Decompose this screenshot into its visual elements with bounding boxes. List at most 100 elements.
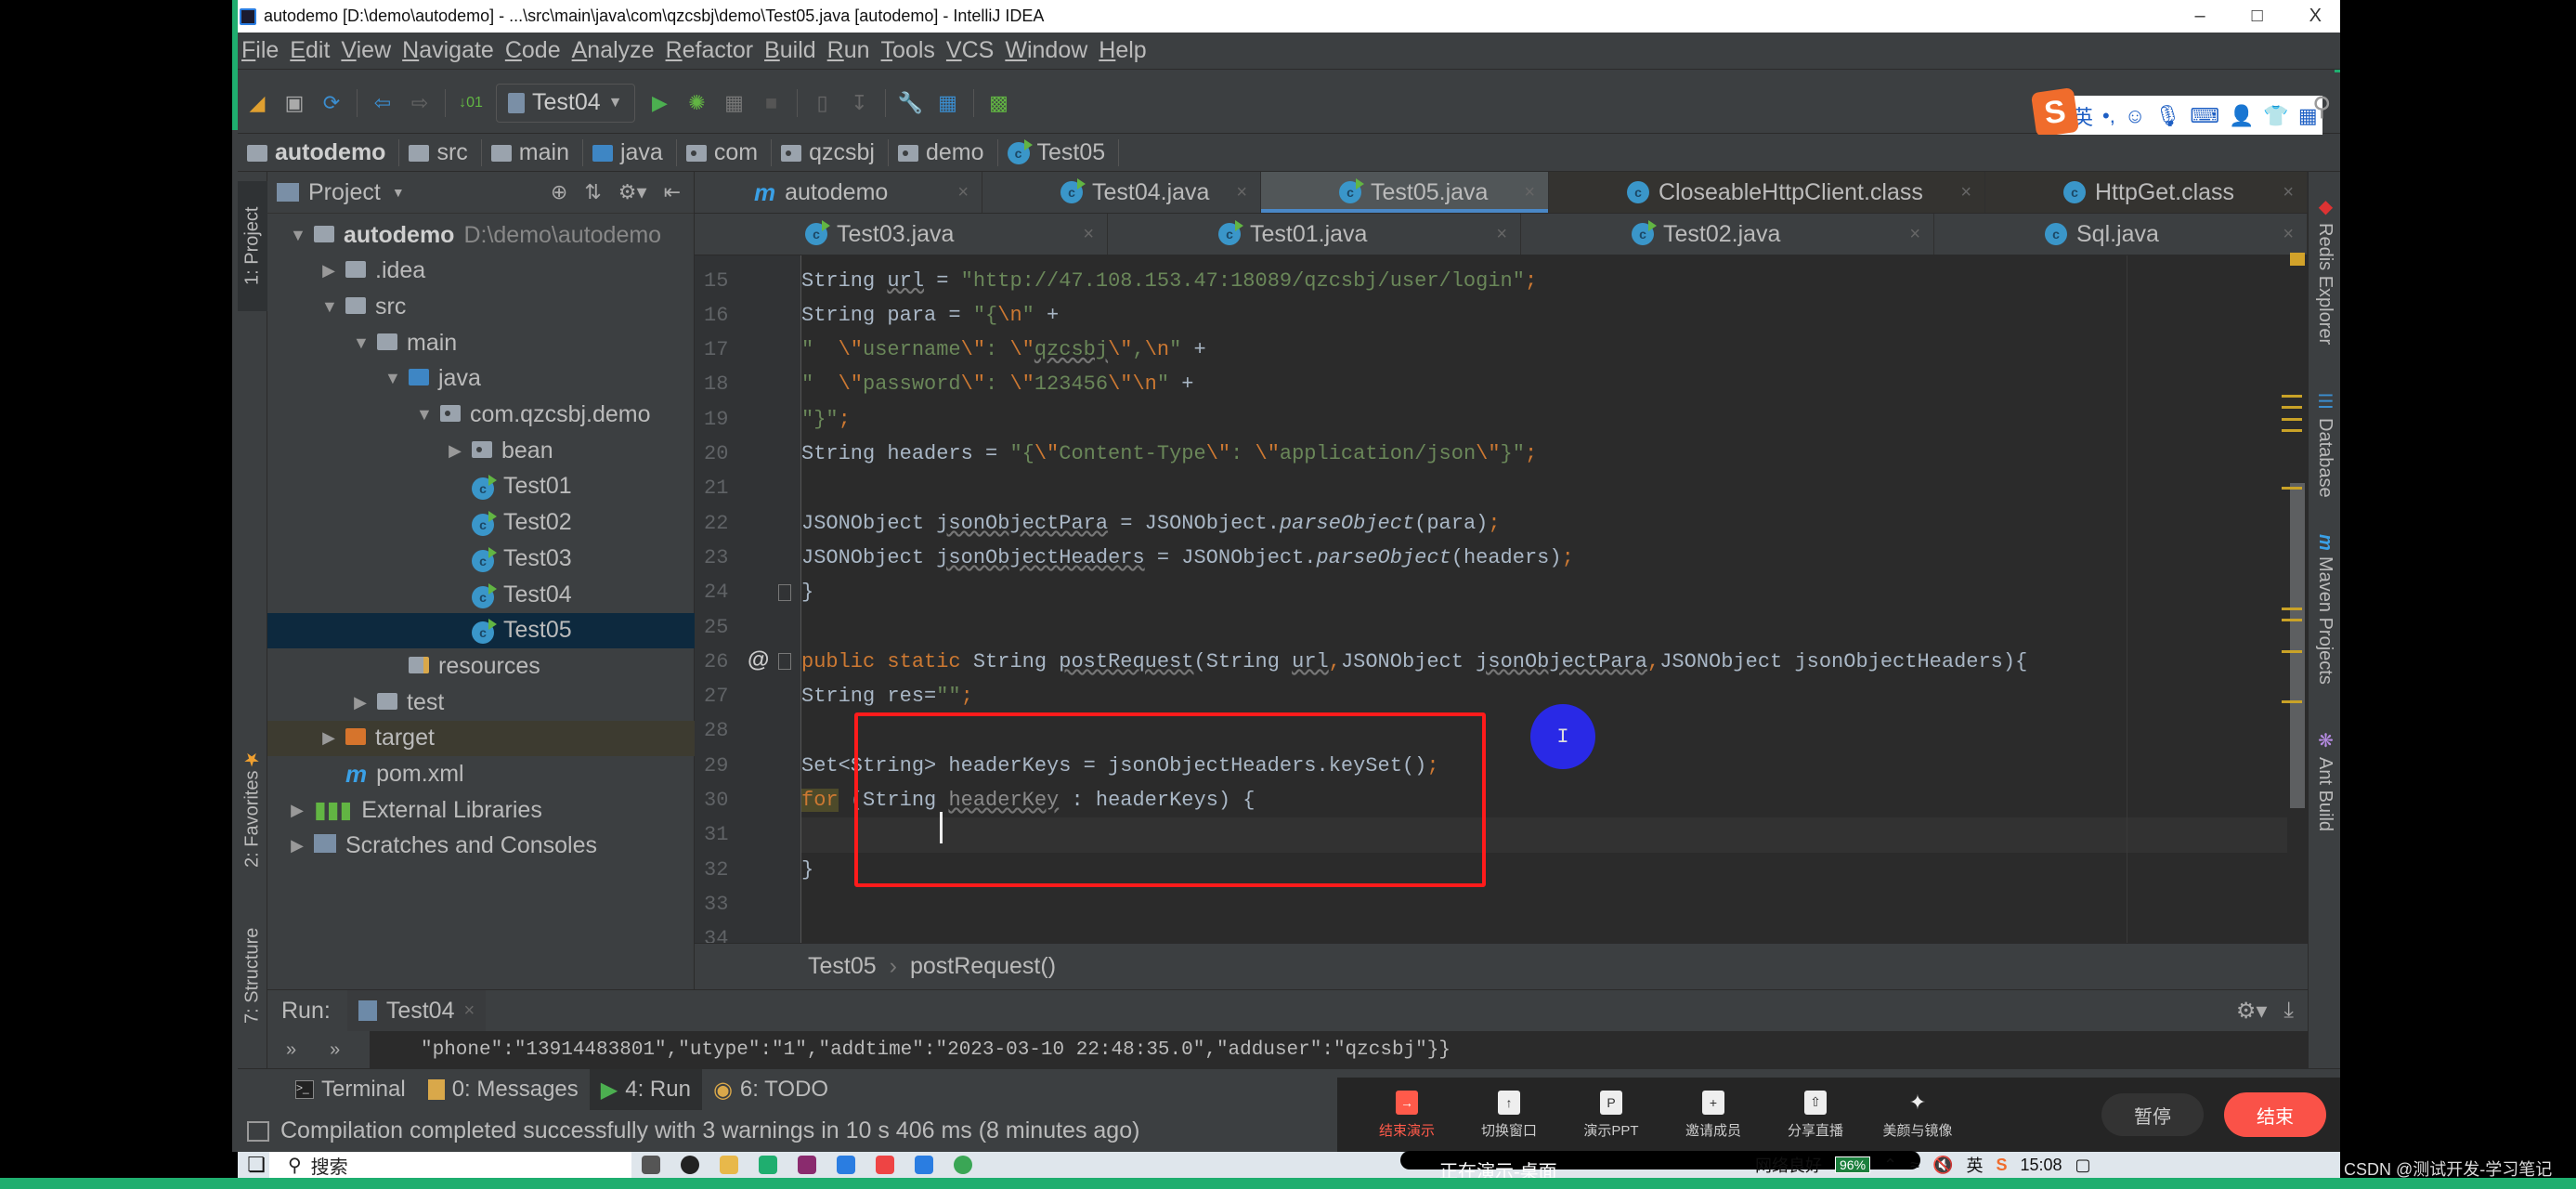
close-tab-icon[interactable]: × [1083, 224, 1094, 245]
warning-stripe[interactable] [2282, 650, 2302, 653]
code-line[interactable]: } [801, 575, 2308, 610]
menu-window[interactable]: Window [1005, 37, 1087, 64]
menu-analyze[interactable]: Analyze [572, 37, 655, 64]
editor-tab[interactable]: m autodemo × [695, 172, 982, 213]
collapse-arrow-icon[interactable]: ▶ [290, 801, 305, 820]
hide-icon[interactable]: ⤓ [2283, 998, 2294, 1025]
warning-stripe[interactable] [2282, 608, 2302, 610]
chrome-icon[interactable] [954, 1156, 972, 1174]
app-icon[interactable] [876, 1156, 894, 1174]
end-presentation-button[interactable]: → 结束演示 [1356, 1090, 1458, 1140]
menu-tools[interactable]: Tools [881, 37, 935, 64]
code-line[interactable] [801, 471, 2308, 506]
warning-indicator-icon[interactable] [2290, 253, 2305, 266]
code-line[interactable]: JSONObject jsonObjectPara = JSONObject. p… [801, 505, 2308, 541]
debug-icon[interactable]: ✺ [685, 91, 709, 115]
menu-run[interactable]: Run [827, 37, 870, 64]
run-tab-test04[interactable]: Test04 × [346, 989, 487, 1032]
beauty-mirror-button[interactable]: ✦ 美颜与镜像 [1867, 1091, 1969, 1140]
tool-tab-ant-build[interactable]: ❋ Ant Build [2309, 729, 2341, 831]
tree-item[interactable]: ▼ src [267, 289, 695, 324]
collapse-all-icon[interactable]: ⇅ [584, 180, 601, 204]
stop-icon[interactable]: ■ [760, 91, 784, 115]
nav-crumb-test05[interactable]: c Test05 [1007, 138, 1120, 166]
intellij-icon[interactable] [798, 1156, 816, 1174]
menu-build[interactable]: Build [764, 37, 816, 64]
editor-tab[interactable]: c CloseableHttpClient.class × [1549, 172, 1985, 213]
locate-icon[interactable]: ⊕ [551, 180, 567, 204]
tool-tab-database[interactable]: ☰ Database [2309, 390, 2341, 498]
gear-icon[interactable]: ⚙▾ [618, 180, 647, 204]
expand-arrow-icon[interactable]: ▼ [416, 405, 433, 425]
tool-tab-maven-projects[interactable]: m Maven Projects [2309, 534, 2341, 685]
chevron-down-icon[interactable]: ▼ [392, 185, 405, 200]
tree-item[interactable]: ▶ Scratches and Consoles [267, 829, 695, 864]
editor-tab[interactable]: c Test03.java × [695, 214, 1108, 255]
menu-code[interactable]: Code [505, 37, 561, 64]
collapse-arrow-icon[interactable]: ▶ [321, 728, 336, 748]
tool-tab-todo[interactable]: ◉ 6: TODO [702, 1069, 839, 1111]
qq-icon[interactable] [681, 1156, 699, 1174]
windows-start-icon[interactable]: ❏ [243, 1152, 269, 1178]
project-structure-icon[interactable]: ▦ [936, 91, 960, 115]
close-button[interactable]: X [2309, 6, 2322, 27]
collapse-arrow-icon[interactable]: ▶ [353, 693, 368, 712]
sogou-tray-icon[interactable]: S [1996, 1156, 2007, 1175]
back-icon[interactable]: ⇦ [371, 91, 395, 115]
nav-crumb-qzcsbj[interactable]: qzcsbj [781, 139, 889, 166]
code-line[interactable] [801, 609, 2308, 645]
tree-item[interactable]: ▼ com.qzcsbj.demo [267, 398, 695, 433]
code-line[interactable]: " \" password \": \" 123456 \"\n " + [801, 367, 2308, 402]
menu-help[interactable]: Help [1099, 37, 1146, 64]
nav-crumb-com[interactable]: com [685, 139, 773, 166]
tree-item[interactable]: ▶ test [267, 685, 695, 720]
ime-microphone-icon[interactable]: 🎙 [2154, 104, 2180, 128]
fold-marker-icon[interactable] [778, 583, 791, 601]
collapse-arrow-icon[interactable]: ▶ [290, 836, 305, 856]
nav-crumb-main[interactable]: main [490, 139, 583, 166]
wechat-icon[interactable] [759, 1156, 777, 1174]
tool-tab-favorites[interactable]: 2: Favorites ★ [238, 729, 267, 887]
editor-tab[interactable]: c Test01.java × [1108, 214, 1521, 255]
tree-item[interactable]: ▶ bean [267, 433, 695, 468]
task-view-icon[interactable] [642, 1156, 660, 1174]
toggle-tool-windows-icon[interactable] [247, 1120, 269, 1142]
tree-item[interactable]: c Test02 [267, 505, 695, 541]
code-line[interactable]: "}"; [801, 401, 2308, 437]
expand-arrow-icon[interactable]: ▼ [321, 297, 338, 317]
save-icon[interactable]: ▣ [282, 91, 306, 115]
crumb-class[interactable]: Test05 [808, 953, 877, 980]
battery-indicator[interactable]: 96% [1835, 1156, 1871, 1173]
clock[interactable]: 15:08 [2020, 1156, 2062, 1175]
expand-arrow-icon[interactable]: ▼ [353, 333, 370, 353]
override-marker-icon[interactable]: @ [748, 647, 769, 673]
ime-punctuation-icon[interactable]: •, [2102, 104, 2115, 128]
tree-item[interactable]: m pom.xml [267, 757, 695, 792]
forward-icon[interactable]: ⇨ [408, 91, 432, 115]
tree-item[interactable]: c Test01 [267, 469, 695, 504]
tree-item[interactable]: ▶ .idea [267, 254, 695, 289]
editor-tab[interactable]: c HttpGet.class × [1985, 172, 2308, 213]
fold-marker-icon[interactable] [778, 653, 791, 671]
tree-item[interactable]: c Test04 [267, 577, 695, 612]
run-config-dropdown[interactable]: Test04 ▼ [496, 83, 635, 123]
ime-toolbar[interactable]: S 英 •, ☺ 🎙 ⌨ 👤 👕 ▦ [2030, 87, 2322, 137]
menu-view[interactable]: View [341, 37, 391, 64]
tool-tab-terminal[interactable]: >_ Terminal [284, 1069, 417, 1111]
expand-more-icon[interactable]: » [330, 1039, 340, 1061]
tree-item[interactable]: ▼ autodemo D:\demo\autodemo [267, 217, 695, 253]
coverage-icon[interactable]: ▦ [722, 91, 747, 115]
close-tab-icon[interactable]: × [2283, 182, 2294, 203]
database-sync-icon[interactable]: ▩ [987, 91, 1011, 115]
vcs-update-icon[interactable]: ▯ [811, 91, 835, 115]
tree-item[interactable]: c Test03 [267, 541, 695, 576]
editor-tab[interactable]: c Sql.java × [1934, 214, 2308, 255]
close-tab-icon[interactable]: × [1960, 182, 1971, 203]
code-line[interactable]: String para = "{\n " + [801, 297, 2308, 333]
menu-file[interactable]: File [241, 37, 279, 64]
close-tab-icon[interactable]: × [2283, 224, 2294, 245]
menu-edit[interactable]: Edit [290, 37, 330, 64]
maximize-button[interactable]: □ [2252, 6, 2263, 27]
wifi-icon[interactable]: ≈ [1910, 1156, 1919, 1175]
tree-item[interactable]: ▶ ▮▮▮ External Libraries [267, 792, 695, 828]
